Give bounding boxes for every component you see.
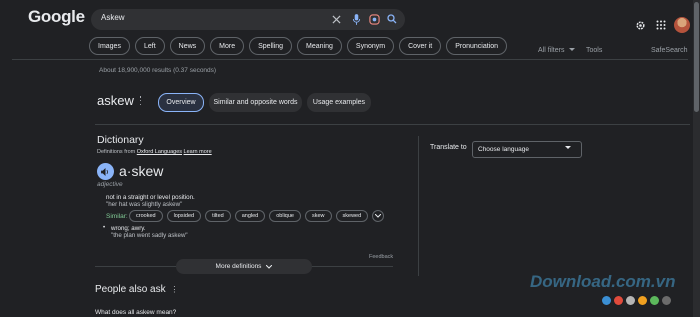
chevron-down-icon xyxy=(266,264,273,269)
watermark-dots xyxy=(602,296,671,305)
download-watermark: Download.com.vn xyxy=(530,272,676,291)
more-definitions-label: More definitions xyxy=(215,263,262,270)
chip-more[interactable]: More xyxy=(210,37,245,55)
search-bar[interactable]: Askew xyxy=(91,9,405,30)
chip-meaning[interactable]: Meaning xyxy=(297,37,342,55)
bullet-icon: • xyxy=(103,225,106,231)
paa-question[interactable]: What does all askew mean? xyxy=(95,309,176,316)
synonym-chip[interactable]: crooked xyxy=(129,210,163,222)
translate-label: Translate to xyxy=(430,144,467,151)
dictionary-title: Dictionary xyxy=(97,134,144,146)
chip-synonym[interactable]: Synonym xyxy=(346,37,395,55)
part-of-speech: adjective xyxy=(97,181,123,188)
microphone-icon[interactable] xyxy=(349,12,363,26)
language-select[interactable]: Choose language xyxy=(472,141,582,158)
synonym-chip[interactable]: lopsided xyxy=(166,210,202,222)
result-stats: About 18,900,000 results (0.37 seconds) xyxy=(99,67,217,74)
chip-spelling[interactable]: Spelling xyxy=(249,37,293,55)
speaker-icon[interactable] xyxy=(97,163,114,180)
chip-pronunciation[interactable]: Pronunciation xyxy=(446,37,508,55)
synonym-chip[interactable]: tilted xyxy=(205,210,231,222)
language-select-value: Choose language xyxy=(478,146,529,153)
tab-usage-examples[interactable]: Usage examples xyxy=(307,93,371,112)
google-logo[interactable]: Google xyxy=(28,7,85,27)
search-icon[interactable] xyxy=(385,12,399,26)
oxford-link[interactable]: Oxford Languages xyxy=(137,149,182,155)
filter-chips: Images Left News More Spelling Meaning S… xyxy=(89,37,508,55)
more-definitions-button[interactable]: More definitions xyxy=(176,259,312,274)
safesearch-button[interactable]: SafeSearch xyxy=(651,47,688,54)
all-filters-label: All filters xyxy=(538,47,565,54)
all-filters-button[interactable]: All filters xyxy=(538,47,576,54)
chip-left[interactable]: Left xyxy=(134,37,165,55)
synonym-chip[interactable]: skewed xyxy=(335,210,369,222)
learn-more-link[interactable]: Learn more xyxy=(184,149,212,155)
paa-more-icon[interactable]: ⋮ xyxy=(170,285,178,294)
synonym-list: crooked lopsided tilted angled oblique s… xyxy=(129,210,385,222)
account-avatar[interactable] xyxy=(674,17,690,33)
example-1: "her hat was slightly askew" xyxy=(106,201,183,208)
chip-news[interactable]: News xyxy=(169,37,206,55)
header-divider xyxy=(12,59,688,60)
lens-icon[interactable] xyxy=(367,12,381,26)
more-options-icon[interactable] xyxy=(139,96,142,105)
synonym-chip[interactable]: skew xyxy=(304,210,332,222)
synonym-chip[interactable]: angled xyxy=(234,210,266,222)
chip-images[interactable]: Images xyxy=(89,37,130,55)
clear-icon[interactable] xyxy=(329,12,343,26)
settings-gear-icon[interactable] xyxy=(633,18,647,32)
definition-2: wrong; awry. xyxy=(111,225,146,232)
chevron-down-icon xyxy=(375,214,382,218)
expand-synonyms-button[interactable] xyxy=(372,210,385,222)
tools-button[interactable]: Tools xyxy=(586,47,602,54)
people-also-ask-title: People also ask ⋮ xyxy=(95,284,178,295)
definition-1: not in a straight or level position. xyxy=(106,194,195,201)
similar-label: Similar: xyxy=(106,213,128,220)
source-prefix: Definitions from xyxy=(97,149,136,155)
chevron-down-icon xyxy=(569,48,576,51)
translate-divider xyxy=(418,136,419,276)
dictionary-source: Definitions from Oxford Languages Learn … xyxy=(97,149,212,155)
search-input[interactable]: Askew xyxy=(101,13,125,22)
apps-grid-icon[interactable] xyxy=(654,18,668,32)
feedback-link[interactable]: Feedback xyxy=(369,254,393,260)
chip-cover-it[interactable]: Cover it xyxy=(399,37,442,55)
synonym-chip[interactable]: oblique xyxy=(269,210,301,222)
chevron-down-icon xyxy=(565,146,571,149)
tab-similar-opposite[interactable]: Similar and opposite words xyxy=(209,93,302,112)
query-term: askew xyxy=(97,93,134,108)
paa-label: People also ask xyxy=(95,284,166,295)
section-divider xyxy=(95,124,690,125)
example-2: "the plan went sadly askew" xyxy=(111,232,188,239)
scrollbar-thumb[interactable] xyxy=(694,2,699,112)
headword: a·skew xyxy=(119,163,164,179)
tab-overview[interactable]: Overview xyxy=(158,93,204,112)
